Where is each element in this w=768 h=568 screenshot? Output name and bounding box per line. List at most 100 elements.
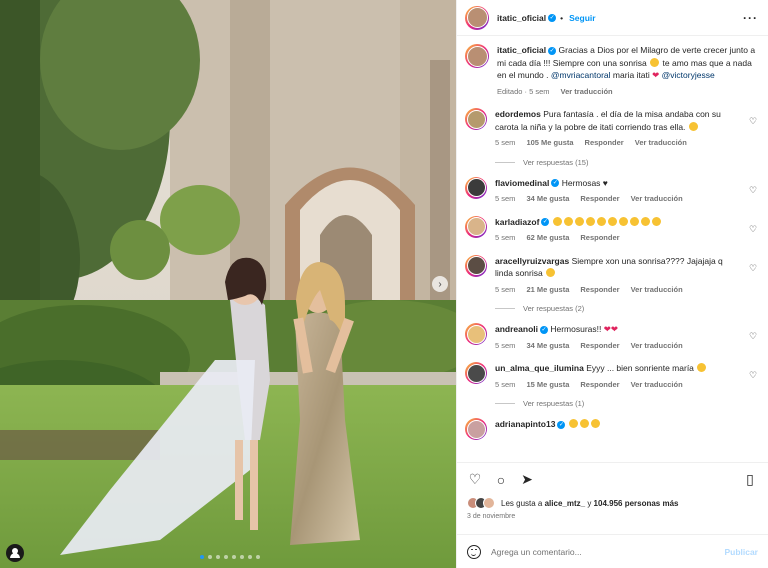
translate-link[interactable]: Ver traducción xyxy=(631,379,683,392)
comment-username[interactable]: un_alma_que_ilumina xyxy=(495,363,584,373)
translate-link[interactable]: Ver traducción xyxy=(631,193,683,206)
verified-badge-icon: ✓ xyxy=(548,13,557,22)
heart-icon[interactable]: ♡ xyxy=(467,471,483,488)
comment-likes[interactable]: 21 Me gusta xyxy=(526,284,569,297)
like-comment-heart-icon[interactable]: ♡ xyxy=(748,263,758,273)
comment-likes[interactable]: 34 Me gusta xyxy=(526,340,569,353)
share-icon[interactable]: ➤ xyxy=(519,471,535,488)
like-comment-heart-icon[interactable]: ♡ xyxy=(748,116,758,126)
like-comment-heart-icon[interactable]: ♡ xyxy=(748,224,758,234)
likes-count[interactable]: 104.956 personas más xyxy=(594,499,679,508)
comment-likes[interactable]: 34 Me gusta xyxy=(526,193,569,206)
comment-username[interactable]: flaviomedinal xyxy=(495,178,549,188)
caption-mention-1[interactable]: @mvriacantoral xyxy=(551,70,611,80)
add-comment-bar: Agrega un comentario... Publicar xyxy=(457,534,768,568)
reply-button[interactable]: Responder xyxy=(580,232,619,245)
likes-user[interactable]: alice_mtz_ xyxy=(545,499,585,508)
comment-username[interactable]: karladiazof xyxy=(495,217,539,227)
comment-username[interactable]: andreanoli xyxy=(495,324,538,334)
reply-button[interactable]: Responder xyxy=(585,137,624,150)
heart-eyes-emoji-row xyxy=(552,216,662,227)
like-comment-heart-icon[interactable]: ♡ xyxy=(748,185,758,195)
reply-button[interactable]: Responder xyxy=(580,340,619,353)
comment-avatar[interactable] xyxy=(465,108,487,130)
comment-avatar[interactable] xyxy=(465,323,487,345)
comment-likes[interactable]: 105 Me gusta xyxy=(526,137,573,150)
caption-mention-2[interactable]: @victoryjesse xyxy=(662,70,715,80)
verified-badge-icon: ✓ xyxy=(551,179,560,188)
smile-emoji-icon xyxy=(650,57,660,67)
comment-avatar[interactable] xyxy=(465,418,487,440)
verified-badge-icon: ✓ xyxy=(541,218,550,227)
comment-likes[interactable]: 62 Me gusta xyxy=(526,232,569,245)
caption-avatar[interactable] xyxy=(465,44,489,68)
view-replies-button[interactable]: Ver respuestas (15) xyxy=(495,158,758,167)
comments-list[interactable]: itatic_oficial ✓ Gracias a Dios por el Mi… xyxy=(457,36,768,462)
author-username[interactable]: itatic_oficial xyxy=(497,13,546,23)
view-replies-button[interactable]: Ver respuestas (2) xyxy=(495,304,758,313)
carousel-dot xyxy=(232,555,236,559)
comment-text: Eyyy ... bien sonriente maría xyxy=(586,363,694,373)
view-replies-button[interactable]: Ver respuestas (1) xyxy=(495,399,758,408)
add-comment-input[interactable]: Agrega un comentario... xyxy=(491,547,724,557)
carousel-dot xyxy=(240,555,244,559)
carousel-dot xyxy=(208,555,212,559)
heart-emoji-icon: ❤❤ xyxy=(603,324,618,334)
reply-button[interactable]: Responder xyxy=(580,193,619,206)
caption-translate-link[interactable]: Ver traducción xyxy=(561,86,613,99)
comment-avatar[interactable] xyxy=(465,176,487,199)
post-header: itatic_oficial ✓ • Seguir ··· xyxy=(457,0,768,36)
comment-icon[interactable]: ○ xyxy=(493,472,509,488)
reply-button[interactable]: Responder xyxy=(580,379,619,392)
carousel-dot xyxy=(256,555,260,559)
comment: andreanoli ✓ Hermosuras!! ❤❤ 5 sem 34 Me … xyxy=(465,323,758,352)
comment-text: Hermosas ♥ xyxy=(561,177,608,188)
translate-link[interactable]: Ver traducción xyxy=(631,284,683,297)
like-comment-heart-icon[interactable]: ♡ xyxy=(748,370,758,380)
comment-time: 5 sem xyxy=(495,284,516,294)
emoji-icon xyxy=(688,121,698,131)
comment-username[interactable]: aracellyruizvargas xyxy=(495,256,569,266)
translate-link[interactable]: Ver traducción xyxy=(635,137,687,150)
comment: flaviomedinal ✓ Hermosas ♥ 5 sem 34 Me gu… xyxy=(465,176,758,206)
comment-username[interactable]: edordemos xyxy=(495,109,541,119)
comment-avatar[interactable] xyxy=(465,362,487,384)
emoji-icon xyxy=(546,268,556,277)
comment-avatar[interactable] xyxy=(465,215,487,238)
carousel-dot xyxy=(248,555,252,559)
heart-emoji-icon: ❤ xyxy=(652,70,660,80)
separator-dot: • xyxy=(560,12,564,23)
view-replies-label: Ver respuestas (1) xyxy=(523,399,585,408)
emoji-icon xyxy=(697,363,707,372)
view-replies-label: Ver respuestas (15) xyxy=(523,157,589,167)
caption-username[interactable]: itatic_oficial xyxy=(497,45,546,55)
comment-likes[interactable]: 15 Me gusta xyxy=(526,379,569,392)
post-comment-button[interactable]: Publicar xyxy=(724,547,758,557)
carousel-dot xyxy=(216,555,220,559)
verified-badge-icon: ✓ xyxy=(539,325,548,334)
carousel-dot xyxy=(200,555,204,559)
caption: itatic_oficial ✓ Gracias a Dios por el Mi… xyxy=(465,44,758,98)
author-avatar[interactable] xyxy=(465,5,489,30)
like-comment-heart-icon[interactable]: ♡ xyxy=(748,331,758,341)
more-options-icon[interactable]: ··· xyxy=(743,11,758,25)
comment-time: 5 sem xyxy=(495,340,516,350)
liker-avatars xyxy=(467,497,495,509)
comment-avatar[interactable] xyxy=(465,254,487,277)
comment: karladiazof ✓ 5 sem 62 Me gusta Responder… xyxy=(465,215,758,245)
likes-prefix: Les gusta a xyxy=(501,498,543,508)
reply-button[interactable]: Responder xyxy=(580,284,619,297)
translate-link[interactable]: Ver traducción xyxy=(631,340,683,353)
tagged-user-icon[interactable] xyxy=(6,544,24,562)
post-date[interactable]: 3 de noviembre xyxy=(457,510,768,526)
comment: aracellyruizvargas Siempre xon una sonri… xyxy=(465,254,758,297)
emoji-picker-icon[interactable] xyxy=(467,544,481,559)
follow-button[interactable]: Seguir xyxy=(569,13,595,23)
bookmark-icon[interactable]: ▯ xyxy=(742,471,758,488)
next-photo-arrow-icon[interactable]: › xyxy=(432,276,448,292)
comment-username[interactable]: adrianapinto13 xyxy=(495,419,555,429)
comment: un_alma_que_ilumina Eyyy ... bien sonrie… xyxy=(465,362,758,391)
post-actions-bar: ♡ ○ ➤ ▯ xyxy=(457,462,768,496)
post-photo[interactable]: › xyxy=(0,0,456,568)
comment-text: Hermosuras!! xyxy=(550,324,602,334)
